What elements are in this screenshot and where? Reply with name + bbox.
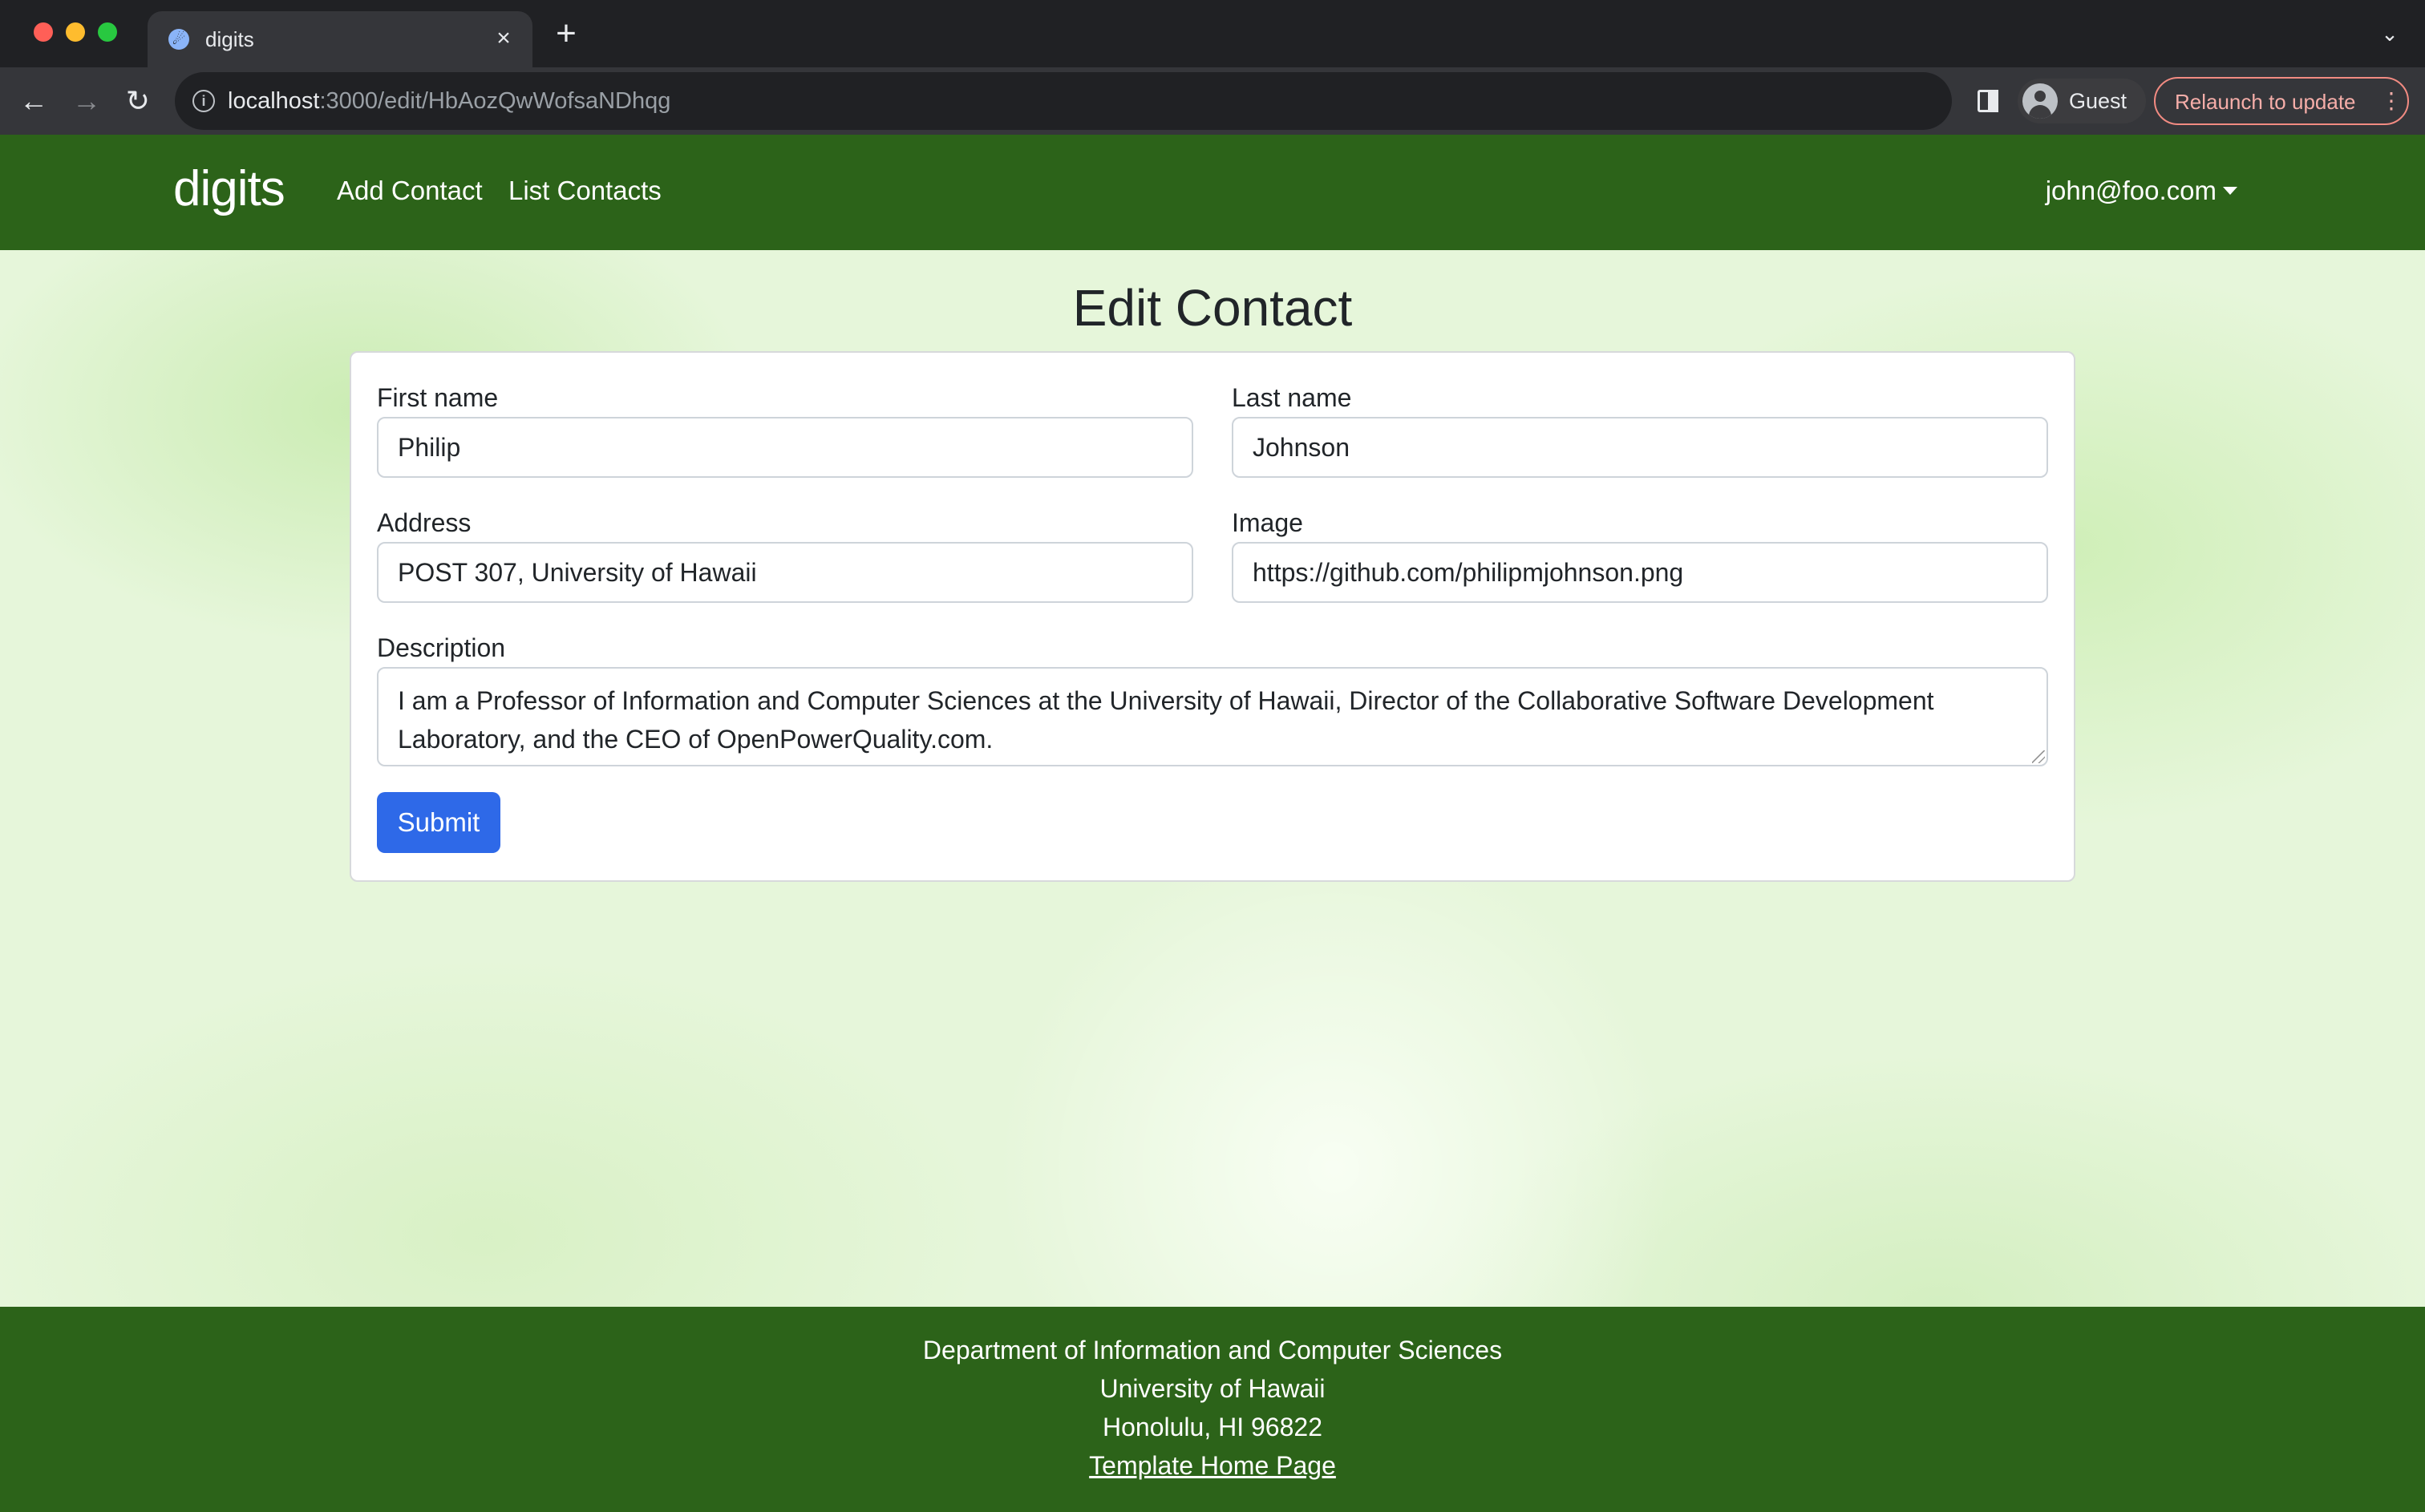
url-host: localhost bbox=[228, 88, 320, 114]
page-title: Edit Contact bbox=[1072, 279, 1353, 337]
profile-button[interactable]: Guest bbox=[2018, 79, 2146, 123]
last-name-input[interactable] bbox=[1232, 417, 2048, 478]
nav-list-contacts[interactable]: List Contacts bbox=[508, 175, 662, 207]
footer-address: Honolulu, HI 96822 bbox=[1103, 1413, 1322, 1441]
relaunch-label: Relaunch to update bbox=[2175, 90, 2356, 114]
browser-tab[interactable]: ☄ digits × bbox=[148, 11, 532, 67]
site-info-icon[interactable]: i bbox=[192, 90, 215, 112]
back-arrow-icon[interactable]: ← bbox=[16, 83, 51, 119]
more-vertical-icon[interactable]: ⋮ bbox=[2380, 88, 2403, 114]
browser-tab-bar: ☄ digits × + ⌄ bbox=[0, 0, 2425, 67]
address-input[interactable] bbox=[377, 542, 1193, 603]
forward-arrow-icon[interactable]: → bbox=[69, 83, 104, 119]
brand-link[interactable]: digits bbox=[173, 159, 285, 220]
tab-search-chevron-icon[interactable]: ⌄ bbox=[2377, 21, 2403, 46]
browser-toolbar: ← → ↻ i localhost:3000/edit/HbAozQwWofsa… bbox=[0, 67, 2425, 135]
description-label: Description bbox=[377, 633, 506, 662]
page-body: digits Add Contact List Contacts john@fo… bbox=[0, 135, 2425, 1512]
app-navbar: digits Add Contact List Contacts john@fo… bbox=[0, 135, 2425, 250]
meteor-favicon-icon: ☄ bbox=[168, 29, 189, 50]
url-text: localhost:3000/edit/HbAozQwWofsaNDhqg bbox=[228, 87, 670, 115]
user-email: john@foo.com bbox=[2045, 176, 2217, 205]
profile-label: Guest bbox=[2069, 89, 2127, 113]
last-name-label: Last name bbox=[1232, 383, 1352, 412]
image-url-input[interactable] bbox=[1232, 542, 2048, 603]
page-footer: Department of Information and Computer S… bbox=[0, 1307, 2425, 1512]
description-textarea[interactable]: I am a Professor of Information and Comp… bbox=[377, 667, 2048, 766]
description-wrapper: I am a Professor of Information and Comp… bbox=[377, 667, 2048, 766]
template-home-page-link[interactable]: Template Home Page bbox=[0, 1446, 2425, 1485]
resize-grip-icon[interactable] bbox=[2032, 750, 2045, 763]
first-name-label: First name bbox=[377, 383, 499, 412]
window-zoom-button[interactable] bbox=[98, 22, 117, 42]
relaunch-to-update-button[interactable]: Relaunch to update ⋮ bbox=[2154, 77, 2409, 125]
nav-add-contact[interactable]: Add Contact bbox=[337, 175, 483, 207]
tab-title: digits bbox=[205, 27, 254, 51]
address-bar[interactable]: i localhost:3000/edit/HbAozQwWofsaNDhqg bbox=[175, 72, 1952, 130]
first-name-input[interactable] bbox=[377, 417, 1193, 478]
footer-department: Department of Information and Computer S… bbox=[922, 1336, 1503, 1364]
image-label: Image bbox=[1232, 508, 1303, 537]
footer-university: University of Hawaii bbox=[1099, 1374, 1326, 1403]
submit-button[interactable]: Submit bbox=[377, 792, 500, 853]
url-path: :3000/edit/HbAozQwWofsaNDhqg bbox=[319, 88, 671, 114]
edit-contact-form: First name Last name Address Image Descr… bbox=[350, 351, 2075, 882]
user-dropdown[interactable]: john@foo.com bbox=[2046, 175, 2237, 207]
window-close-button[interactable] bbox=[34, 22, 53, 42]
new-tab-icon[interactable]: + bbox=[550, 16, 582, 51]
address-label: Address bbox=[377, 508, 472, 537]
window-minimize-button[interactable] bbox=[66, 22, 85, 42]
guest-avatar-icon bbox=[2022, 83, 2058, 119]
close-tab-icon[interactable]: × bbox=[489, 24, 518, 53]
caret-down-icon bbox=[2223, 187, 2237, 195]
side-panel-icon[interactable] bbox=[1974, 87, 2003, 115]
reload-icon[interactable]: ↻ bbox=[120, 83, 156, 119]
